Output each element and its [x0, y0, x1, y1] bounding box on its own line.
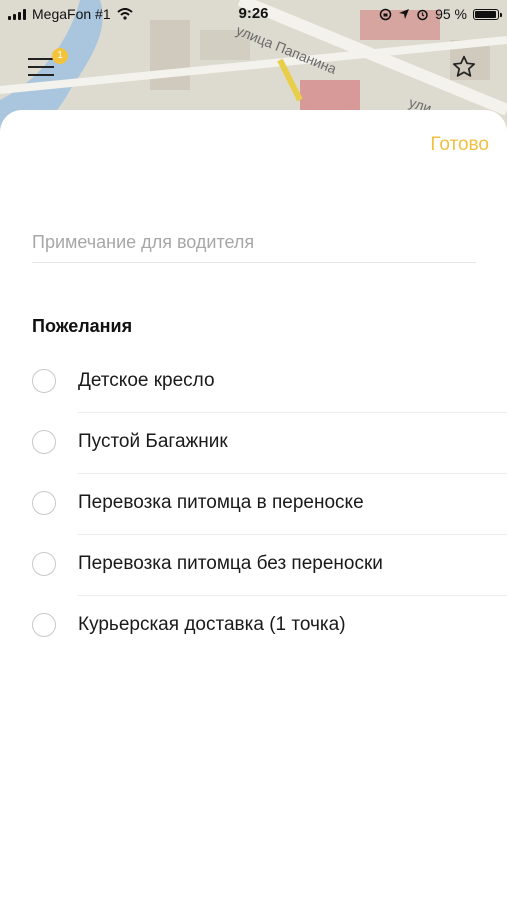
rotation-lock-icon [379, 8, 392, 20]
wish-option-pet-without-carrier[interactable]: Перевозка питомца без переноски [0, 535, 507, 596]
favorite-button[interactable] [451, 54, 477, 80]
wish-option-label: Пустой Багажник [78, 431, 228, 452]
wish-option-child-seat[interactable]: Детское кресло [0, 352, 507, 413]
battery-percent: 95 % [435, 6, 467, 22]
location-arrow-icon [399, 9, 410, 19]
notification-badge: 1 [52, 48, 68, 64]
wishes-title: Пожелания [32, 316, 133, 336]
wish-option-label: Перевозка питомца без переноски [78, 553, 383, 574]
wishes-list: Детское кресло Пустой Багажник Перевозка… [0, 352, 507, 657]
wish-option-pet-in-carrier[interactable]: Перевозка питомца в переноске [0, 474, 507, 535]
wish-option-courier-delivery[interactable]: Курьерская доставка (1 точка) [0, 596, 507, 657]
wish-option-label: Детское кресло [78, 370, 215, 391]
radio-circle-icon[interactable] [32, 552, 56, 576]
done-button[interactable]: Готово [430, 134, 489, 156]
radio-circle-icon[interactable] [32, 430, 56, 454]
wish-option-label: Перевозка питомца в переноске [78, 492, 364, 513]
radio-circle-icon[interactable] [32, 369, 56, 393]
options-sheet: Готово Пожелания Детское кресло Пустой Б… [0, 110, 507, 900]
battery-fill [475, 10, 496, 18]
star-icon [452, 55, 476, 77]
alarm-icon [417, 9, 428, 20]
wish-option-label: Курьерская доставка (1 точка) [78, 614, 346, 635]
status-bar: MegaFon #1 9:26 95 % [0, 0, 507, 28]
menu-button[interactable]: 1 [28, 48, 68, 80]
status-right: 95 % [379, 6, 502, 22]
radio-circle-icon[interactable] [32, 613, 56, 637]
wish-option-empty-trunk[interactable]: Пустой Багажник [0, 413, 507, 474]
driver-note-input[interactable] [32, 222, 476, 263]
radio-circle-icon[interactable] [32, 491, 56, 515]
battery-icon [473, 8, 502, 20]
